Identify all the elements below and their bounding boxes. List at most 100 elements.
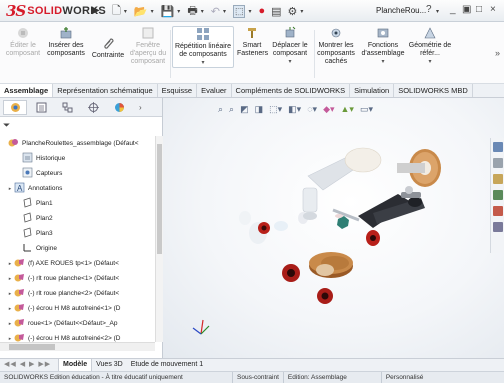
tab-scroll-arrows[interactable]: ◀◀ ◀ ▶ ▶▶ [0,359,58,371]
paperclip-icon [104,38,114,49]
expand-arrow-icon[interactable]: ▸ [6,261,14,267]
component-preview-window-button[interactable]: Fenêtre d'aperçu du composant [128,26,168,66]
tree-item[interactable]: PlancheRoulettes_assemblage (Défaut< [0,136,155,151]
linear-component-pattern-button[interactable]: Répétition linéaire de composants ▾ [172,26,234,68]
title-bar: 3S SOLIDWORKS ▶ 🗋 ▾ 📂 ▾ 💾 ▾ 🖶 ▾ ↶ ▾ ⬚ ▾ ● ▤ ⚙ ▾… [0,0,504,22]
show-hidden-components-button[interactable]: Montrer les composants cachés [316,26,356,66]
bottom-tabs: ◀◀ ◀ ▶ ▶▶ Modèle Vues 3D Etude de mouvem… [0,358,504,371]
tree-item[interactable]: Origine [0,241,155,256]
tab-esquisse[interactable]: Esquisse [158,84,198,97]
reference-geometry-button[interactable]: Géométrie de référ... ▾ [408,26,452,66]
expand-arrow-icon[interactable]: ▸ [6,276,14,282]
tree-item[interactable]: ▸ (f) AXE ROUES tp<1> (Défaut< [0,256,155,271]
property-manager-tab[interactable] [29,100,53,115]
tab-solidworks-mbd[interactable]: SOLIDWORKS MBD [394,84,473,97]
tab-assemblage[interactable]: Assemblage [0,84,54,97]
move-component-button[interactable]: Déplacer le composant ▾ [268,26,312,66]
units-selector[interactable]: Personnalisé [380,372,428,383]
undo-icon[interactable]: ↶ [211,5,220,18]
file-properties-icon[interactable]: ▤ [271,5,281,18]
tree-horizontal-scrollbar[interactable] [0,342,155,351]
expand-arrow-icon[interactable]: ▸ [6,321,14,327]
expand-arrow-icon[interactable]: ▸ [6,291,14,297]
ribbon-more-button[interactable]: » [495,48,500,58]
menu-arrow-icon[interactable]: ▶ [92,5,100,16]
configuration-manager-tab[interactable] [55,100,79,115]
close-button[interactable]: × [490,4,496,15]
new-document-icon[interactable]: 🗋 [112,2,121,21]
tree-item[interactable]: ▸ (-) écrou H M8 autofreiné<2> (D [0,331,155,342]
appearances-icon[interactable] [492,206,503,216]
hscroll-thumb[interactable] [9,344,55,350]
command-tabs: Assemblage Représentation schématique Es… [0,84,504,98]
mate-button[interactable]: Contrainte [89,36,127,60]
assembly-features-button[interactable]: Fonctions d'assemblage ▾ [359,26,407,66]
design-library-icon[interactable] [492,174,503,184]
maximize-button[interactable]: □ [476,4,482,15]
tree-item[interactable]: Historique [0,151,155,166]
print-icon[interactable]: 🖶 [187,2,197,21]
minimize-button[interactable]: _ [450,4,456,15]
expand-arrow-icon[interactable]: ▸ [6,306,14,312]
restore-button[interactable]: ▣ [462,4,471,15]
scroll-thumb[interactable] [157,144,162,254]
home-icon[interactable] [492,142,503,152]
assembly-icon [8,137,22,150]
wooden-wheel [397,149,441,187]
dimxpert-tab[interactable] [81,100,105,115]
graphics-area[interactable]: ⌕ ⌕ ◩ ◨ ⬚▾ ◧▾ ◌▾ ◆▾ ▲▾ ▭▾ [163,98,504,358]
tree-item-label: (-) rlt roue planche<2> (Défaut< [28,290,120,297]
status-bar: SOLIDWORKS Edition éducation - À titre é… [0,371,504,383]
tree-item-label: Plan1 [36,200,53,207]
tab-modele[interactable]: Modèle [58,359,93,371]
filter-funnel-icon[interactable]: ⏷ [3,120,10,131]
tab-complements[interactable]: Compléments de SOLIDWORKS [232,84,351,97]
open-icon[interactable]: 📂 [134,5,148,18]
feature-manager-tab[interactable] [3,99,27,115]
edit-component-icon [18,28,28,38]
tab-vues-3d[interactable]: Vues 3D [92,359,127,371]
tree-item[interactable]: ▸ roue<1> (Défaut<<Défaut>_Ap [0,316,155,331]
part-icon [14,332,28,342]
tree-item-label: Plan2 [36,215,53,222]
tree-item[interactable]: ▸ (-) rlt roue planche<2> (Défaut< [0,286,155,301]
rebuild-icon[interactable]: ● [258,5,265,17]
insert-components-button[interactable]: Insérer des composants [44,26,88,58]
save-icon[interactable]: 💾 [161,5,175,18]
smart-fasteners-button[interactable]: Smart Fasteners [237,26,268,58]
part-icon [14,317,28,330]
expand-arrow-icon[interactable]: ▸ [6,336,14,342]
tab-simulation[interactable]: Simulation [350,84,395,97]
tree-item[interactable]: ▸ (-) rlt roue planche<1> (Défaut< [0,271,155,286]
triad-axes-icon [192,319,210,335]
tree-item[interactable]: Plan3 [0,226,155,241]
annotation-icon: A [14,182,28,195]
origin-icon [22,242,36,255]
tree-item[interactable]: Plan2 [0,211,155,226]
tab-etude-de-mouvement[interactable]: Etude de mouvement 1 [127,359,207,371]
options-gear-icon[interactable]: ⚙ [288,5,298,18]
tree-item[interactable]: ▸ (-) écrou H M8 autofreiné<1> (D [0,301,155,316]
help-dropdown-icon[interactable]: ▾ [436,8,439,15]
expand-arrow-icon[interactable]: ▸ [6,186,14,192]
tree-item[interactable]: Plan1 [0,196,155,211]
panel-expand-arrow-icon[interactable]: › [139,103,142,112]
tree-vertical-scrollbar[interactable] [155,136,163,342]
help-question-icon[interactable]: ? [426,4,432,15]
file-explorer-icon[interactable] [492,190,503,200]
custom-properties-icon[interactable] [492,222,503,232]
command-manager-ribbon: Éditer le composant Insérer des composan… [0,22,504,84]
task-pane [490,138,504,253]
display-manager-tab[interactable] [107,100,131,115]
tree-item-label: Historique [36,155,66,162]
tree-item[interactable]: Capteurs [0,166,155,181]
assembly-model [192,147,441,335]
select-icon[interactable]: ⬚ [232,4,246,18]
red-wheel [258,222,270,234]
tab-representation-schematique[interactable]: Représentation schématique [53,84,158,97]
edit-component-button[interactable]: Éditer le composant [3,26,43,58]
tree-item[interactable]: ▸ A Annotations [0,181,155,196]
resources-icon[interactable] [492,158,503,168]
tab-evaluer[interactable]: Evaluer [197,84,232,97]
fastener-icon [248,28,256,38]
